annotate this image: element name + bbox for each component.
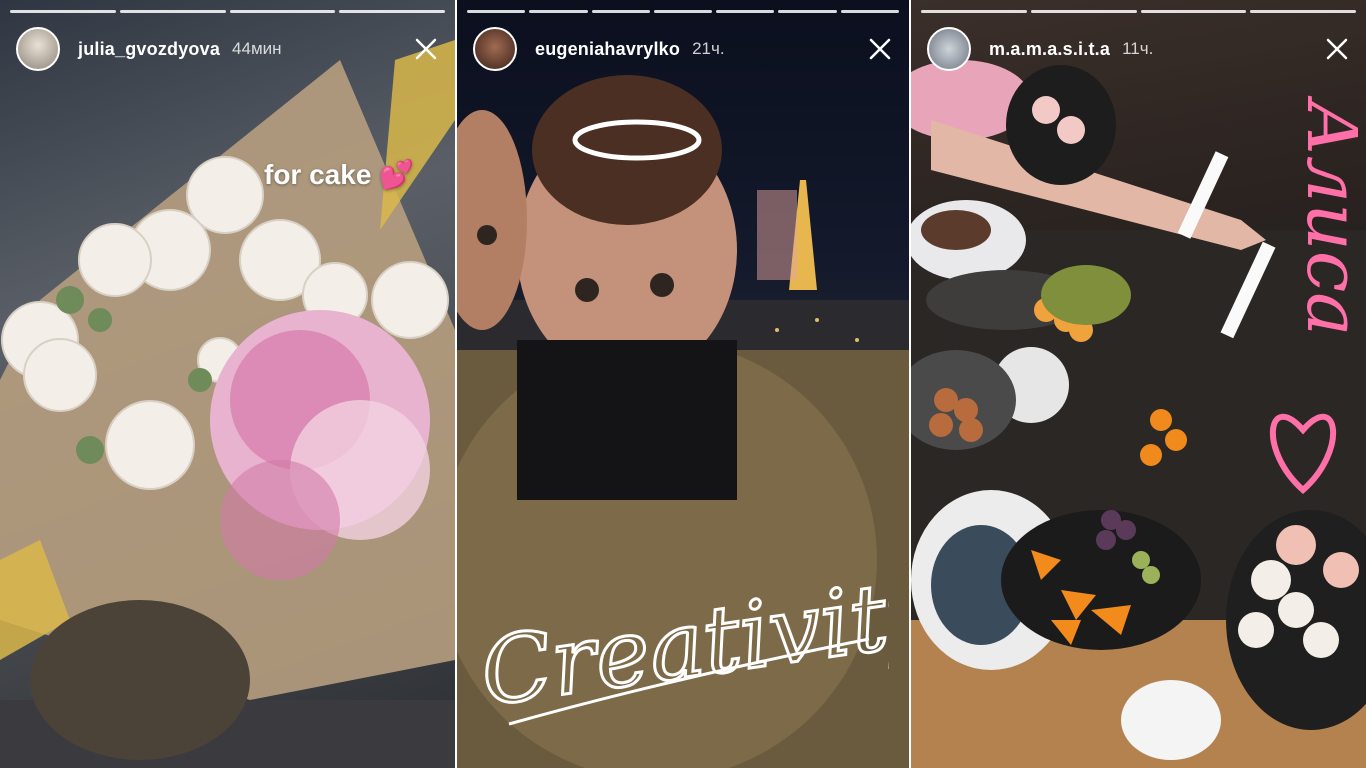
close-button[interactable] — [411, 34, 441, 64]
story-photo-flowers — [0, 0, 455, 768]
timestamp: 21ч. — [692, 39, 725, 58]
username[interactable]: m.a.m.a.s.i.t.a — [989, 39, 1110, 60]
story-panel-3[interactable]: m.a.m.a.s.i.t.a 11ч. Алиса — [911, 0, 1366, 768]
timestamp: 44мин — [232, 39, 282, 58]
story-panel-2[interactable]: eugeniahavrylko 21ч. Creativity — [457, 0, 909, 768]
username[interactable]: julia_gvozdyova — [78, 39, 220, 60]
caption-text: Алиса — [1290, 95, 1358, 336]
text-sticker: for cake 💕 — [264, 158, 414, 191]
story-progress-bar — [467, 10, 899, 13]
close-icon — [415, 38, 437, 60]
close-icon — [869, 38, 891, 60]
heart-icon — [1270, 413, 1336, 495]
alisa-handwriting: Алиса — [1270, 95, 1366, 495]
close-button[interactable] — [865, 34, 895, 64]
avatar[interactable] — [473, 27, 517, 71]
story-header: julia_gvozdyova 44мин — [16, 26, 441, 72]
avatar[interactable] — [927, 27, 971, 71]
story-header: eugeniahavrylko 21ч. — [473, 26, 895, 72]
handwriting-sticker: Creativity — [469, 439, 909, 744]
username[interactable]: eugeniahavrylko — [535, 39, 680, 60]
avatar[interactable] — [16, 27, 60, 71]
close-button[interactable] — [1322, 34, 1352, 64]
timestamp: 11ч. — [1122, 39, 1154, 58]
story-progress-bar — [10, 10, 445, 13]
close-icon — [1326, 38, 1348, 60]
handwriting-sticker: Алиса — [1248, 90, 1366, 535]
story-progress-bar — [921, 10, 1356, 13]
creativity-handwriting: Creativity — [473, 555, 909, 728]
story-header: m.a.m.a.s.i.t.a 11ч. — [927, 26, 1352, 72]
caption-text: Creativity — [475, 557, 889, 727]
caption-text: for cake — [264, 159, 372, 190]
story-panel-1[interactable]: julia_gvozdyova 44мин for cake 💕 — [0, 0, 455, 768]
hearts-icon: 💕 — [379, 159, 415, 190]
flowers-illustration — [0, 40, 455, 768]
